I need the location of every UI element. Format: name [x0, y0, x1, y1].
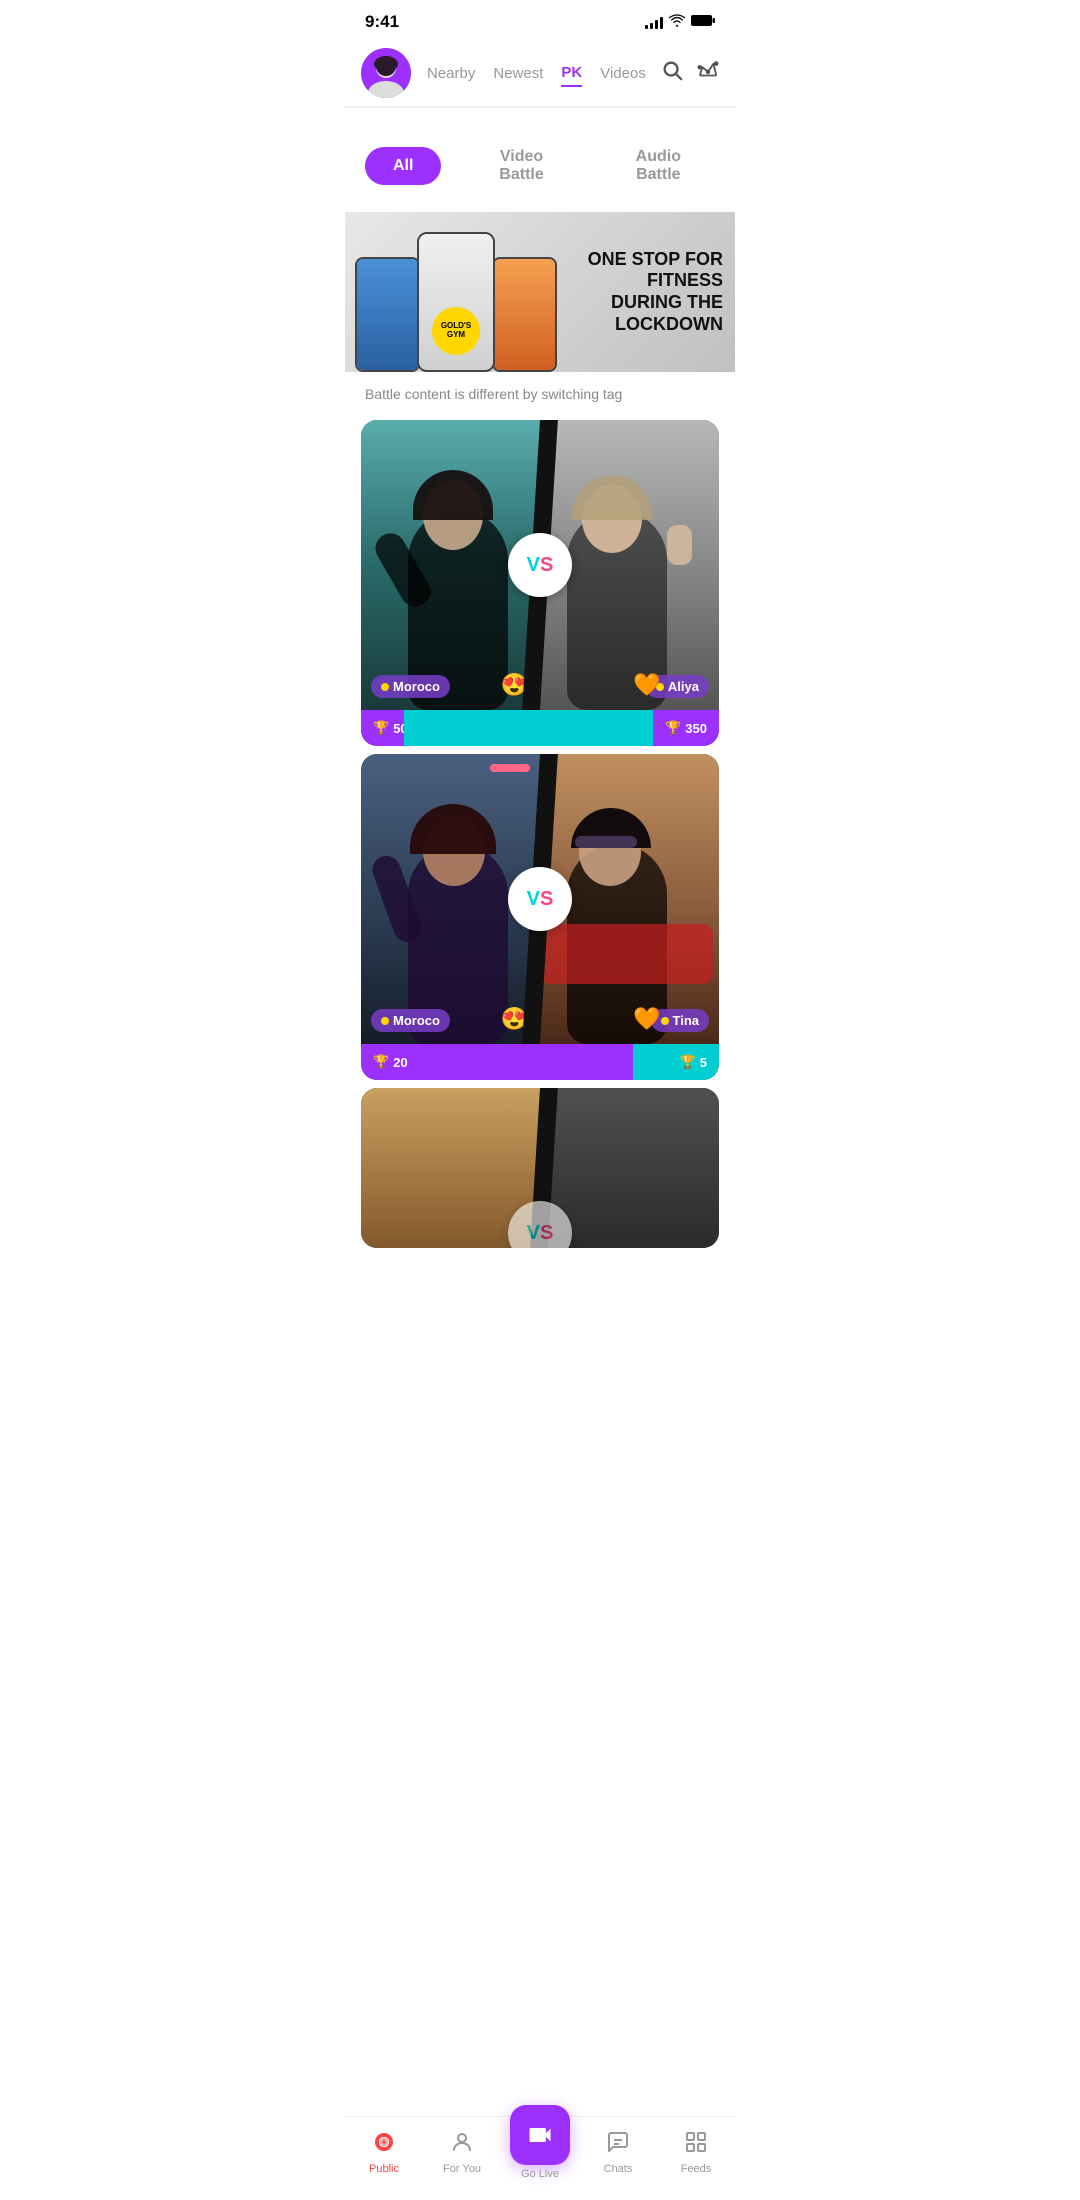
status-icons — [645, 14, 715, 31]
battle-hearts-2: 🧡 — [633, 1006, 660, 1032]
go-live-label: Go Live — [521, 2168, 559, 2180]
necklace-detail — [490, 764, 530, 772]
nav-action-icons — [661, 59, 719, 87]
signal-icon — [645, 15, 663, 29]
right-username-2: Tina — [673, 1013, 700, 1028]
feeds-label: Feeds — [681, 2163, 712, 2175]
chats-icon — [606, 2130, 630, 2160]
left-username-1: Moroco — [393, 679, 440, 694]
filter-all[interactable]: All — [365, 147, 441, 185]
tab-nearby[interactable]: Nearby — [427, 61, 475, 86]
right-score-1: 🏆350 — [653, 710, 719, 746]
battle-card-3[interactable]: V S — [361, 1088, 719, 1248]
battle-card-1[interactable]: Moroco 😍 V S — [361, 420, 719, 746]
nav-bar: Nearby Newest PK Videos — [345, 40, 735, 107]
left-score-2: 🏆20 — [361, 1044, 633, 1080]
user-dot — [381, 683, 389, 691]
filter-video-battle[interactable]: Video Battle — [465, 138, 577, 194]
battle-emoji-1: 😍 — [501, 672, 528, 698]
filter-bar: All Video Battle Audio Battle — [345, 120, 735, 212]
banner-text: ONE STOP FOR FITNESS DURING THE LOCKDOWN — [567, 233, 735, 351]
nav-item-for-you[interactable]: For You — [432, 2130, 492, 2175]
nav-tabs: Nearby Newest PK Videos — [427, 60, 653, 87]
nav-item-chats[interactable]: Chats — [588, 2130, 648, 2175]
search-icon[interactable] — [661, 59, 683, 87]
banner-ad[interactable]: GOLD'S GYM ONE STOP FOR FITNESS DURING T… — [345, 212, 735, 372]
status-time: 9:41 — [365, 12, 399, 32]
nav-item-feeds[interactable]: Feeds — [666, 2130, 726, 2175]
public-icon — [372, 2130, 396, 2160]
vs-circle-2: V S — [508, 867, 572, 931]
battle-emoji-2: 😍 — [501, 1006, 528, 1032]
tab-pk[interactable]: PK — [561, 60, 582, 87]
feeds-icon — [684, 2130, 708, 2160]
bottom-nav: Public For You Go Live Chats — [345, 2116, 735, 2200]
chats-label: Chats — [604, 2163, 633, 2175]
tag-hint: Battle content is different by switching… — [345, 372, 735, 412]
wifi-icon — [669, 14, 685, 31]
battery-icon — [691, 14, 715, 30]
progress-track-1 — [404, 710, 653, 746]
main-content: GOLD'S GYM ONE STOP FOR FITNESS DURING T… — [345, 212, 735, 1346]
progress-bar-1: 🏆50 🏆350 — [361, 710, 719, 746]
for-you-label: For You — [443, 2163, 481, 2175]
battle-left-label-1: Moroco — [371, 675, 450, 698]
status-bar: 9:41 — [345, 0, 735, 40]
public-label: Public — [369, 2163, 399, 2175]
battle-images-2: Moroco 😍 V S — [361, 754, 719, 1044]
progress-bar-2: 🏆20 🏆5 — [361, 1044, 719, 1080]
user-avatar[interactable] — [361, 48, 411, 98]
go-live-button[interactable] — [510, 2105, 570, 2165]
battle-hearts-1: 🧡 — [633, 672, 660, 698]
nav-item-public[interactable]: Public — [354, 2130, 414, 2175]
battle-card-2[interactable]: Moroco 😍 V S — [361, 754, 719, 1080]
left-username-2: Moroco — [393, 1013, 440, 1028]
battle-left-label-2: Moroco — [371, 1009, 450, 1032]
battle-images-1: Moroco 😍 V S — [361, 420, 719, 710]
for-you-icon — [450, 2130, 474, 2160]
right-username-1: Aliya — [668, 679, 699, 694]
nav-item-go-live[interactable]: Go Live — [510, 2125, 570, 2180]
banner-headline: ONE STOP FOR FITNESS DURING THE LOCKDOWN — [579, 249, 723, 335]
crown-icon[interactable] — [697, 59, 719, 87]
tab-newest[interactable]: Newest — [493, 61, 543, 86]
left-score-1: 🏆50 — [361, 710, 404, 746]
tab-videos[interactable]: Videos — [600, 61, 646, 86]
vs-circle-1: V S — [508, 533, 572, 597]
spacer — [345, 108, 735, 120]
right-score-2: 🏆5 — [633, 1044, 719, 1080]
battle-images-3: V S — [361, 1088, 719, 1248]
filter-audio-battle[interactable]: Audio Battle — [602, 138, 715, 194]
